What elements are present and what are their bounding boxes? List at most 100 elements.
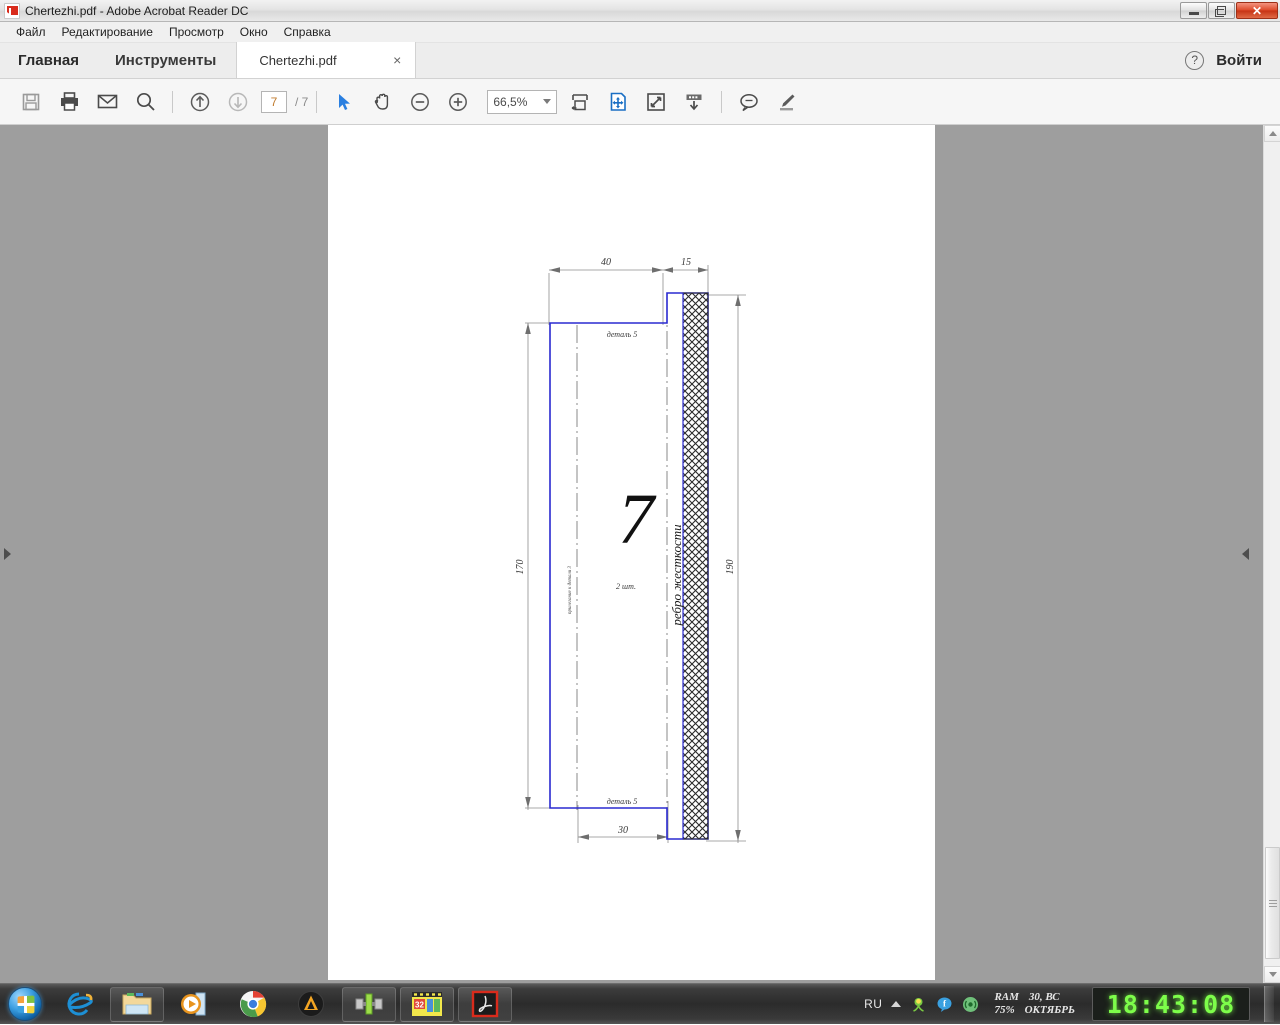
comment-bubble-icon[interactable] xyxy=(730,83,768,121)
chevron-left-icon[interactable] xyxy=(1242,548,1249,560)
right-panel-toggle[interactable] xyxy=(1238,125,1252,983)
scroll-mode-icon[interactable] xyxy=(675,83,713,121)
svg-text:32: 32 xyxy=(415,1001,424,1010)
taskbar: 32 RU f RAM xyxy=(0,983,1280,1024)
zoom-level-value: 66,5% xyxy=(493,95,527,109)
system-tray: RU f RAM 30, ВС 75% ОКТЯБРЬ xyxy=(864,984,1280,1025)
minimize-button[interactable] xyxy=(1180,2,1207,19)
taskbar-movie-maker[interactable]: 32 xyxy=(400,987,454,1022)
cursor-arrow-icon[interactable] xyxy=(325,83,363,121)
menu-view[interactable]: Просмотр xyxy=(161,23,232,41)
page-number-input[interactable]: 7 xyxy=(261,91,287,113)
part-number: 7 xyxy=(618,479,657,559)
fit-page-icon[interactable] xyxy=(599,83,637,121)
toolbar: 7 / 7 66,5% xyxy=(0,79,1280,125)
tab-tools[interactable]: Инструменты xyxy=(97,42,234,78)
ram-monitor: RAM 30, ВС 75% ОКТЯБРЬ xyxy=(994,991,1075,1017)
scrollbar-grip xyxy=(1269,898,1277,909)
zoom-out-icon[interactable] xyxy=(401,83,439,121)
tab-home[interactable]: Главная xyxy=(0,42,97,78)
folder-icon xyxy=(121,990,153,1018)
movie-maker-icon: 32 xyxy=(411,990,443,1018)
hand-icon[interactable] xyxy=(363,83,401,121)
label-detail-5-bottom: деталь 5 xyxy=(607,797,638,806)
taskbar-editor[interactable] xyxy=(342,987,396,1022)
taskbar-chrome[interactable] xyxy=(226,987,280,1022)
tray-messenger-icon[interactable]: f xyxy=(936,996,953,1013)
window-title-bar: Chertezhi.pdf - Adobe Acrobat Reader DC … xyxy=(0,0,1280,22)
scroll-down-arrow xyxy=(1269,972,1277,977)
chevron-right-icon[interactable] xyxy=(4,548,11,560)
search-icon[interactable] xyxy=(126,83,164,121)
dimension-30: 30 xyxy=(617,825,628,836)
dimension-40: 40 xyxy=(601,257,611,268)
pdf-icon xyxy=(4,3,20,19)
scroll-up-button[interactable] xyxy=(1264,125,1280,142)
taskbar-media-player[interactable] xyxy=(168,987,222,1022)
highlighter-icon[interactable] xyxy=(768,83,806,121)
tray-icq-icon[interactable] xyxy=(910,996,927,1013)
taskbar-aimp[interactable] xyxy=(284,987,338,1022)
window-controls: ✕ xyxy=(1180,2,1278,19)
language-indicator[interactable]: RU xyxy=(864,997,882,1011)
close-icon[interactable]: × xyxy=(393,52,401,68)
page-total-label: / 7 xyxy=(295,95,308,109)
zoom-in-icon[interactable] xyxy=(439,83,477,121)
show-desktop-button[interactable] xyxy=(1264,986,1274,1022)
print-icon[interactable] xyxy=(50,83,88,121)
document-viewport: 40 15 30 170 190 деталь 5 деталь 5 7 2 ш… xyxy=(0,125,1280,983)
google-chrome-icon xyxy=(238,989,268,1019)
quantity-label: 2 шт. xyxy=(616,582,636,591)
taskbar-internet-explorer[interactable] xyxy=(52,987,106,1022)
technical-drawing: 40 15 30 170 190 деталь 5 деталь 5 7 2 ш… xyxy=(328,125,935,980)
windows-start-orb xyxy=(8,987,42,1021)
fit-width-icon[interactable] xyxy=(561,83,599,121)
tab-bar-right: ? Войти xyxy=(1185,42,1280,78)
windows-media-player-icon xyxy=(180,990,210,1018)
pdf-page[interactable]: 40 15 30 170 190 деталь 5 деталь 5 7 2 ш… xyxy=(328,125,935,980)
maximize-button[interactable] xyxy=(1208,2,1235,19)
aimp-icon xyxy=(297,990,325,1018)
dimension-190: 190 xyxy=(725,560,736,575)
window-title: Chertezhi.pdf - Adobe Acrobat Reader DC xyxy=(25,4,248,18)
document-tab[interactable]: Chertezhi.pdf × xyxy=(236,42,416,78)
email-icon[interactable] xyxy=(88,83,126,121)
document-tab-label: Chertezhi.pdf xyxy=(259,53,336,68)
taskbar-acrobat[interactable] xyxy=(458,987,512,1022)
toolbar-divider-3 xyxy=(721,91,722,113)
menu-bar: Файл Редактирование Просмотр Окно Справк… xyxy=(0,22,1280,43)
help-icon[interactable]: ? xyxy=(1185,51,1204,70)
scrollbar-thumb[interactable] xyxy=(1265,847,1280,959)
internet-explorer-icon xyxy=(64,989,94,1019)
zoom-level-select[interactable]: 66,5% xyxy=(487,90,557,114)
adobe-acrobat-icon xyxy=(471,990,499,1018)
menu-edit[interactable]: Редактирование xyxy=(54,23,161,41)
tray-network-icon[interactable] xyxy=(962,996,979,1013)
menu-file[interactable]: Файл xyxy=(8,23,54,41)
save-icon[interactable] xyxy=(12,83,50,121)
dimension-170: 170 xyxy=(515,560,526,575)
date-month: ОКТЯБРЬ xyxy=(1025,1004,1075,1017)
start-button[interactable] xyxy=(2,985,48,1023)
arrow-down-circle-icon[interactable] xyxy=(219,83,257,121)
scroll-up-arrow xyxy=(1269,131,1277,136)
dimension-15: 15 xyxy=(681,257,691,268)
taskbar-file-explorer[interactable] xyxy=(110,987,164,1022)
sign-in-button[interactable]: Войти xyxy=(1216,52,1262,69)
menu-window[interactable]: Окно xyxy=(232,23,276,41)
fit-note: прилегание к детали 3 xyxy=(568,566,573,614)
left-panel-toggle[interactable] xyxy=(0,125,14,983)
rib-label: ребро жесткости xyxy=(669,524,684,627)
tab-bar: Главная Инструменты Chertezhi.pdf × ? Во… xyxy=(0,43,1280,79)
chevron-down-icon[interactable] xyxy=(543,99,551,104)
menu-help[interactable]: Справка xyxy=(276,23,339,41)
close-button[interactable]: ✕ xyxy=(1236,2,1278,19)
arrow-up-circle-icon[interactable] xyxy=(181,83,219,121)
fullscreen-icon[interactable] xyxy=(637,83,675,121)
label-detail-5-top: деталь 5 xyxy=(607,330,638,339)
vertical-scrollbar[interactable] xyxy=(1263,125,1280,983)
chevron-up-icon[interactable] xyxy=(891,1001,901,1007)
ram-label: RAM xyxy=(994,991,1018,1004)
ram-value: 75% xyxy=(994,1004,1014,1017)
scroll-down-button[interactable] xyxy=(1264,966,1280,983)
